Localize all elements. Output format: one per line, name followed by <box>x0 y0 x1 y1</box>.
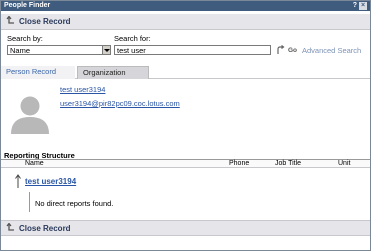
column-phone: Phone <box>229 160 250 167</box>
tab-organization[interactable]: Organization <box>77 66 149 79</box>
title-bar: People Finder ? × <box>1 1 370 11</box>
manager-link[interactable]: test user3194 <box>25 177 76 187</box>
go-arrow-icon[interactable] <box>276 45 285 55</box>
person-name-link[interactable]: test user3194 <box>60 85 105 94</box>
window-title: People Finder <box>4 2 51 9</box>
search-for-label: Search for: <box>114 34 151 43</box>
up-arrow-icon <box>15 174 21 188</box>
close-record-button[interactable]: Close Record <box>19 224 71 234</box>
no-reports-message: No direct reports found. <box>35 199 114 208</box>
search-by-label: Search by: <box>7 34 43 43</box>
back-arrow-icon[interactable] <box>6 16 16 27</box>
column-name: Name <box>25 160 44 167</box>
reporting-table-header: Name Phone Job Title Unit <box>1 159 370 168</box>
search-input[interactable] <box>114 45 271 55</box>
column-unit: Unit <box>338 160 351 167</box>
tree-branch-line <box>29 192 33 212</box>
close-record-button[interactable]: Close Record <box>19 17 71 27</box>
person-email-link[interactable]: user3194@pir82pc09.coc.lotus.com <box>60 99 180 108</box>
close-window-icon[interactable]: × <box>359 2 367 10</box>
advanced-search-link[interactable]: Advanced Search <box>302 46 361 55</box>
go-button[interactable]: Go <box>288 47 297 55</box>
close-record-bar-bottom: Close Record <box>1 220 370 236</box>
search-by-select[interactable]: Name <box>7 45 111 55</box>
search-by-value: Name <box>10 46 31 55</box>
help-icon[interactable]: ? <box>353 2 357 10</box>
column-job-title: Job Title <box>275 160 302 167</box>
chevron-down-icon[interactable] <box>102 46 110 54</box>
people-finder-window: People Finder ? × Close Record Search by… <box>0 0 371 251</box>
person-silhouette-icon <box>11 96 49 134</box>
tab-person-record[interactable]: Person Record <box>1 66 75 79</box>
close-record-bar-top: Close Record <box>1 14 370 30</box>
record-tabs: Person Record Organization <box>1 66 370 79</box>
back-arrow-icon[interactable] <box>6 223 16 234</box>
